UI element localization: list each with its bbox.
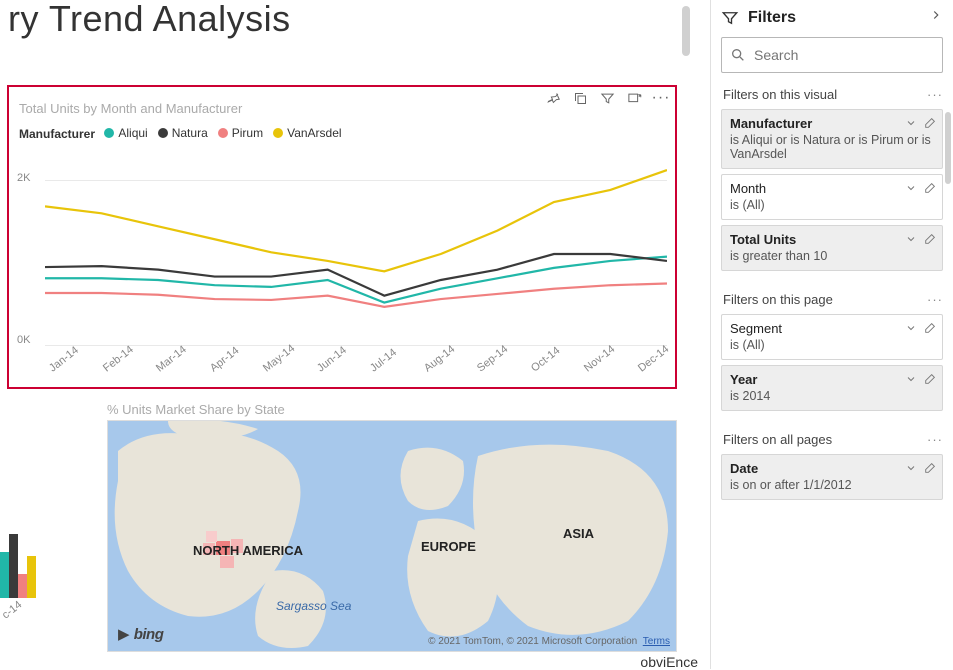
filter-card-year[interactable]: Year is 2014: [721, 365, 943, 411]
pin-icon[interactable]: [545, 90, 561, 106]
filters-title: Filters: [748, 9, 920, 27]
collapse-pane-icon[interactable]: [929, 8, 943, 27]
chart-legend: Manufacturer Aliqui Natura Pirum VanArsdel: [9, 116, 675, 141]
chevron-down-icon[interactable]: [905, 322, 917, 338]
bing-logo: ▶ bing: [118, 625, 163, 643]
x-tick: Aug-14: [422, 343, 457, 374]
x-tick: May-14: [261, 342, 297, 374]
y-tick-0k: 0K: [17, 334, 30, 346]
filter-card-total-units[interactable]: Total Units is greater than 10: [721, 225, 943, 271]
focus-icon[interactable]: [626, 90, 642, 106]
x-tick: Apr-14: [208, 345, 241, 375]
page-title: ry Trend Analysis: [8, 0, 291, 40]
chart-lines: [45, 157, 667, 348]
series-line: [45, 284, 667, 307]
x-tick: Jun-14: [315, 344, 349, 374]
legend-heading: Manufacturer: [19, 127, 95, 141]
more-icon[interactable]: ···: [653, 90, 669, 106]
filter-search[interactable]: [721, 37, 943, 73]
line-chart-visual[interactable]: ··· Total Units by Month and Manufacture…: [7, 85, 677, 389]
chart-plot-area: 2K 0K Jan-14Feb-14Mar-14Apr-14May-14Jun-…: [17, 157, 667, 345]
series-line: [45, 257, 667, 303]
x-tick: Sep-14: [475, 343, 510, 374]
eraser-icon[interactable]: [923, 462, 936, 478]
filters-pane: Filters Filters on this visual ··· Manuf…: [710, 0, 953, 669]
map-visual[interactable]: NORTH AMERICA EUROPE ASIA Sargasso Sea ▶…: [107, 420, 677, 652]
section-page-label: Filters on this page: [723, 292, 833, 307]
section-all-label: Filters on all pages: [723, 432, 832, 447]
x-tick: Mar-14: [154, 344, 189, 375]
search-input[interactable]: [754, 47, 934, 63]
y-tick-2k: 2K: [17, 172, 30, 184]
filter-pane-icon: [721, 9, 739, 27]
series-line: [45, 254, 667, 296]
chevron-down-icon[interactable]: [905, 117, 917, 133]
x-tick: Nov-14: [582, 343, 617, 374]
copy-icon[interactable]: [572, 90, 588, 106]
series-line: [45, 170, 667, 271]
obvience-label: obviEnce: [640, 654, 698, 670]
map-title: % Units Market Share by State: [107, 402, 285, 417]
canvas-scrollbar[interactable]: [682, 6, 690, 56]
x-tick: Jan-14: [47, 344, 81, 374]
x-tick: Feb-14: [101, 344, 136, 375]
section-visual-label: Filters on this visual: [723, 87, 837, 102]
map-label-na: NORTH AMERICA: [193, 543, 303, 558]
filter-card-date[interactable]: Date is on or after 1/1/2012: [721, 454, 943, 500]
filters-scrollbar[interactable]: [945, 112, 951, 184]
report-canvas: ry Trend Analysis ··· Total Units by Mon…: [0, 0, 710, 669]
chevron-down-icon[interactable]: [905, 233, 917, 249]
bar-chart-fragment: c-14: [0, 522, 45, 622]
section-page-more[interactable]: ···: [927, 292, 943, 307]
chevron-down-icon[interactable]: [905, 373, 917, 389]
legend-item[interactable]: Natura: [158, 126, 208, 140]
map-label-as: ASIA: [563, 526, 594, 541]
eraser-icon[interactable]: [923, 373, 936, 389]
legend-item[interactable]: Pirum: [218, 126, 263, 140]
filter-card-manufacturer[interactable]: Manufacturer is Aliqui or is Natura or i…: [721, 109, 943, 169]
chevron-down-icon[interactable]: [905, 182, 917, 198]
x-axis: Jan-14Feb-14Mar-14Apr-14May-14Jun-14Jul-…: [47, 347, 667, 383]
legend-item[interactable]: VanArsdel: [273, 126, 341, 140]
section-all-more[interactable]: ···: [927, 432, 943, 447]
chevron-down-icon[interactable]: [905, 462, 917, 478]
filter-icon[interactable]: [599, 90, 615, 106]
eraser-icon[interactable]: [923, 182, 936, 198]
filter-card-month[interactable]: Month is (All): [721, 174, 943, 220]
map-attribution: © 2021 TomTom, © 2021 Microsoft Corporat…: [428, 636, 670, 647]
x-tick: Dec-14: [636, 343, 671, 374]
bar-frag-xlabel: c-14: [0, 599, 24, 622]
eraser-icon[interactable]: [923, 233, 936, 249]
map-label-sea: Sargasso Sea: [276, 599, 351, 613]
map-label-eu: EUROPE: [421, 539, 476, 554]
legend-item[interactable]: Aliqui: [104, 126, 147, 140]
map-terms-link[interactable]: Terms: [643, 636, 670, 647]
visual-toolbar: ···: [545, 90, 669, 106]
section-visual-more[interactable]: ···: [927, 87, 943, 102]
filter-card-segment[interactable]: Segment is (All): [721, 314, 943, 360]
x-tick: Jul-14: [368, 347, 399, 375]
eraser-icon[interactable]: [923, 322, 936, 338]
search-icon: [730, 47, 746, 63]
eraser-icon[interactable]: [923, 117, 936, 133]
x-tick: Oct-14: [529, 345, 562, 375]
